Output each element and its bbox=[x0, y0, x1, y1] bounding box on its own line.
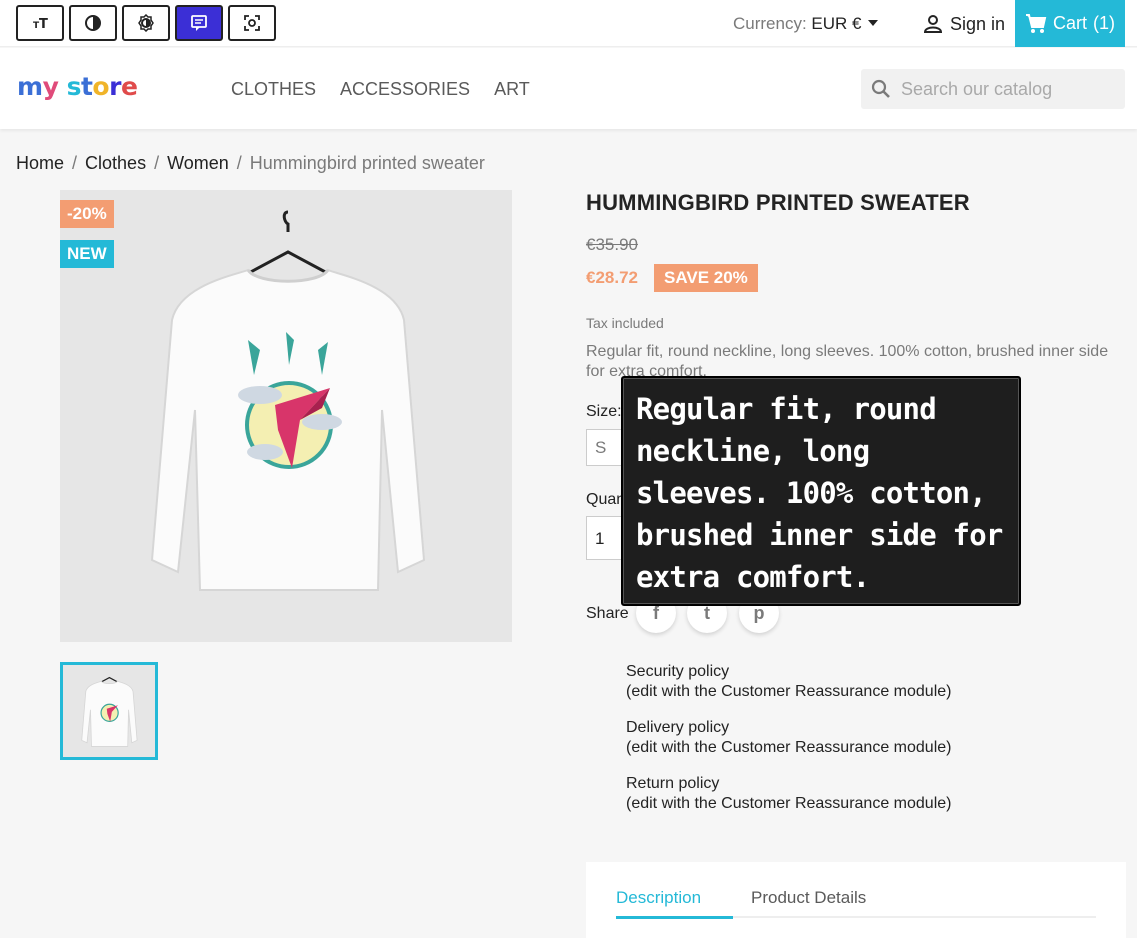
reassurance-title: Delivery policy bbox=[626, 719, 730, 736]
sweater-illustration bbox=[150, 210, 426, 591]
share-label: Share bbox=[586, 605, 629, 622]
product-image[interactable] bbox=[60, 190, 512, 642]
product-thumbnail[interactable] bbox=[60, 662, 158, 760]
svg-text:T: T bbox=[39, 17, 48, 32]
tax-label: Tax included bbox=[586, 315, 664, 331]
breadcrumb: Home / Clothes / Women / Hummingbird printed s… bbox=[16, 153, 485, 174]
breadcrumb-separator: / bbox=[236, 153, 242, 173]
breadcrumb-women[interactable]: Women bbox=[167, 153, 229, 173]
cart-label: Cart bbox=[1052, 13, 1087, 33]
reassurance-title: Return policy bbox=[626, 775, 720, 792]
main-nav: CLOTHES ACCESSORIES ART bbox=[231, 79, 554, 100]
breadcrumb-separator: / bbox=[72, 153, 78, 173]
nav-item-accessories[interactable]: ACCESSORIES bbox=[340, 79, 470, 100]
breadcrumb-current: Hummingbird printed sweater bbox=[249, 153, 485, 173]
currency-label: Currency: bbox=[733, 14, 807, 33]
search-input[interactable] bbox=[901, 78, 1111, 100]
currency-value: EUR € bbox=[811, 14, 862, 33]
sign-in-label: Sign in bbox=[950, 13, 1006, 34]
nav-item-clothes[interactable]: CLOTHES bbox=[231, 79, 316, 100]
brightness-icon bbox=[138, 14, 154, 32]
reassurance-note: (edit with the Customer Reassurance modu… bbox=[626, 739, 952, 756]
store-logo[interactable]: my store bbox=[17, 72, 138, 101]
save-badge: SAVE 20% bbox=[654, 264, 758, 292]
sign-in-link[interactable]: Sign in bbox=[922, 13, 1005, 35]
cart-count: (1) bbox=[1093, 13, 1115, 33]
shopping-cart-icon bbox=[1025, 13, 1047, 33]
search-box bbox=[861, 69, 1125, 109]
cart-button[interactable]: Cart (1) bbox=[1015, 0, 1125, 47]
tab-product-details[interactable]: Product Details bbox=[751, 888, 866, 908]
contrast-button[interactable] bbox=[69, 5, 117, 41]
regular-price: €35.90 bbox=[586, 235, 638, 254]
brightness-button[interactable] bbox=[122, 5, 170, 41]
text-size-button[interactable]: TT bbox=[16, 5, 64, 41]
site-header: my store CLOTHES ACCESSORIES ART bbox=[0, 48, 1137, 129]
screen-focus-icon bbox=[244, 15, 260, 31]
active-tab-indicator bbox=[616, 916, 733, 919]
text-reader-button[interactable] bbox=[175, 5, 223, 41]
text-reader-tooltip: Regular fit, round neckline, long sleeve… bbox=[621, 376, 1021, 606]
breadcrumb-clothes[interactable]: Clothes bbox=[85, 153, 146, 173]
current-price: €28.72 bbox=[586, 268, 638, 287]
user-icon bbox=[923, 15, 943, 33]
contrast-icon bbox=[85, 15, 101, 31]
tab-description[interactable]: Description bbox=[616, 888, 701, 908]
screen-focus-button[interactable] bbox=[228, 5, 276, 41]
top-bar: TT Currency: EUR € Sign in Cart (1) bbox=[0, 0, 1137, 47]
reassurance-title: Security policy bbox=[626, 663, 730, 680]
discount-flag: -20% bbox=[60, 200, 114, 228]
product-tabs: Description Product Details bbox=[586, 862, 1126, 938]
reassurance-note: (edit with the Customer Reassurance modu… bbox=[626, 795, 952, 812]
new-flag: NEW bbox=[60, 240, 114, 268]
thumbnail-image bbox=[81, 676, 138, 747]
reassurance-security: Security policy (edit with the Customer … bbox=[626, 662, 951, 702]
breadcrumb-separator: / bbox=[154, 153, 160, 173]
breadcrumb-home[interactable]: Home bbox=[16, 153, 64, 173]
product-title: HUMMINGBIRD PRINTED SWEATER bbox=[586, 190, 970, 215]
search-icon bbox=[871, 79, 890, 98]
caret-down-icon bbox=[867, 20, 878, 26]
text-reader-icon bbox=[191, 15, 207, 31]
text-size-icon: TT bbox=[33, 17, 48, 32]
currency-selector[interactable]: Currency: EUR € bbox=[733, 14, 878, 34]
reassurance-return: Return policy (edit with the Customer Re… bbox=[626, 774, 951, 814]
reassurance-delivery: Delivery policy (edit with the Customer … bbox=[626, 718, 951, 758]
nav-item-art[interactable]: ART bbox=[494, 79, 530, 100]
reassurance-note: (edit with the Customer Reassurance modu… bbox=[626, 683, 952, 700]
